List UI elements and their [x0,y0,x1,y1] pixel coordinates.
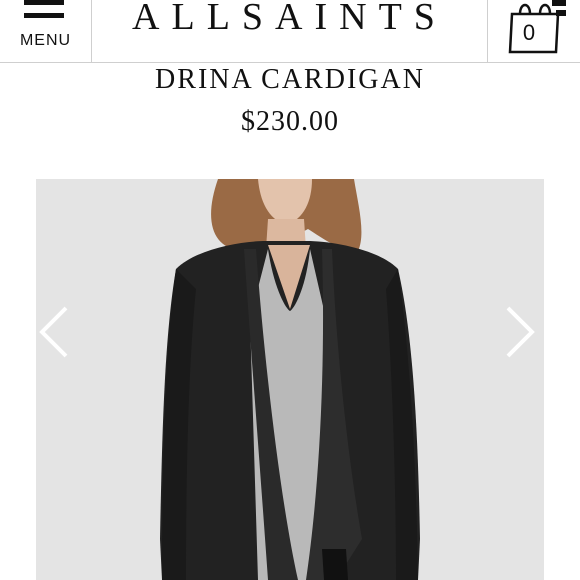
chevron-left-icon[interactable] [34,302,74,362]
product-image-gallery[interactable] [36,179,544,580]
product-title: DRINA CARDIGAN [155,64,425,95]
brand-logo[interactable]: ALLSAINTS [92,0,487,40]
chevron-right-icon[interactable] [500,302,540,362]
menu-label: MENU [19,32,72,49]
shopping-bag-button[interactable]: 0 [487,0,580,62]
menu-button[interactable]: MENU [0,0,92,62]
hamburger-icon [24,0,64,22]
product-price: $230.00 [241,106,339,137]
site-header: MENU ALLSAINTS 0 [0,0,580,63]
product-photo [36,179,544,580]
bag-count: 0 [522,20,536,45]
